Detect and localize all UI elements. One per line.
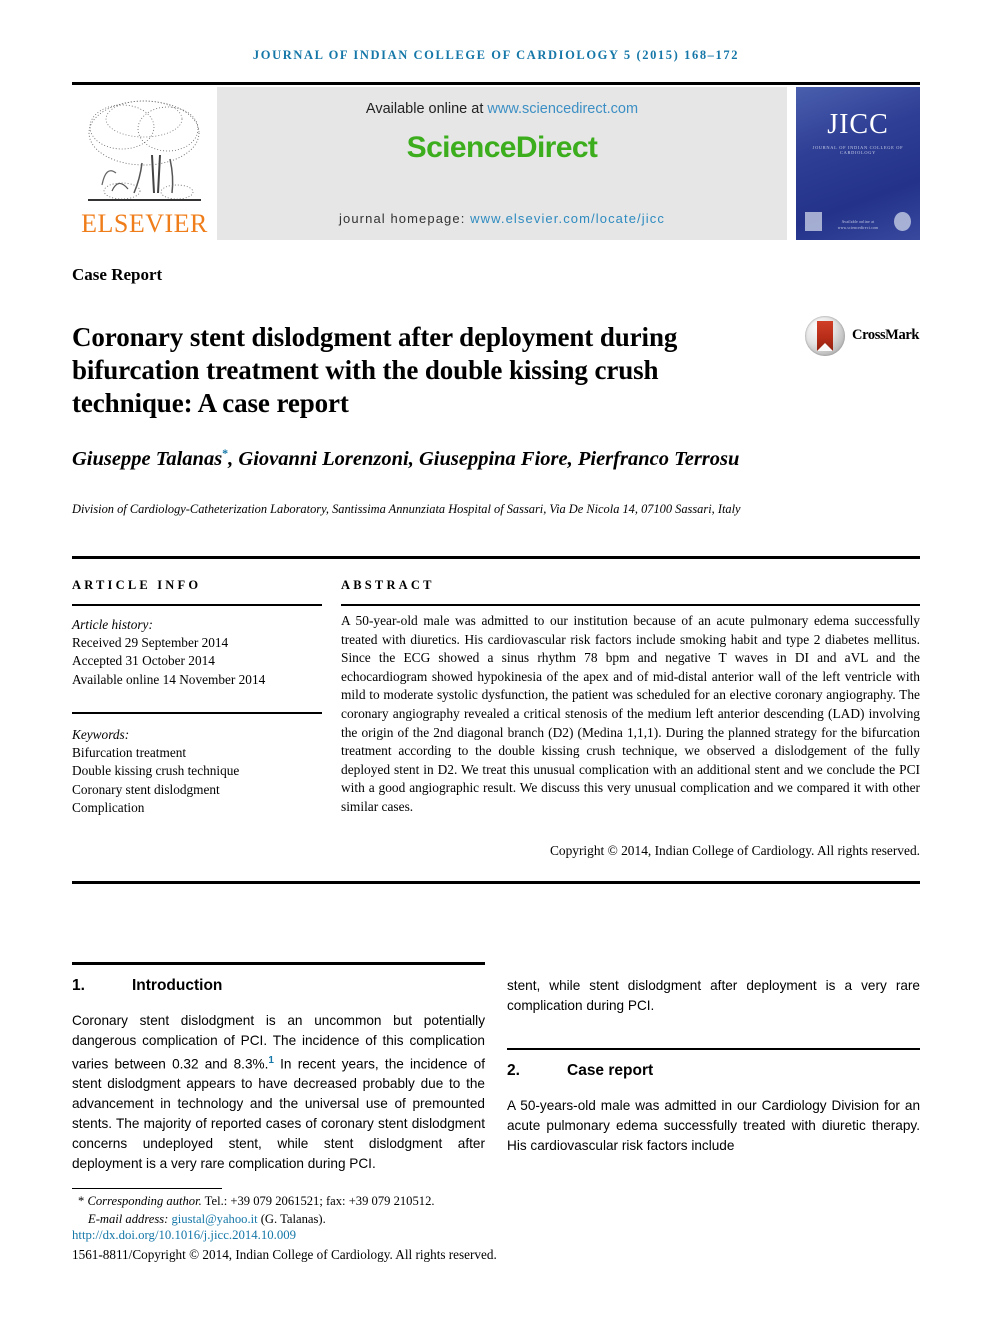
- author-list: Giuseppe Talanas*, Giovanni Lorenzoni, G…: [72, 440, 772, 473]
- section1-heading: 1. Introduction: [72, 977, 485, 995]
- cover-elsevier-mark-icon: [805, 212, 822, 231]
- abstract-underline: [341, 604, 920, 606]
- article-accepted-date: Accepted 31 October 2014: [72, 653, 215, 669]
- footnote-asterisk: *: [78, 1194, 85, 1208]
- elsevier-logo-block: ELSEVIER: [72, 87, 217, 240]
- available-online-prefix: Available online at: [365, 101, 488, 117]
- journal-homepage-link[interactable]: www.elsevier.com/locate/jicc: [470, 211, 665, 226]
- infoblock-bottom-rule: [72, 881, 920, 884]
- article-online-date: Available online 14 November 2014: [72, 671, 266, 687]
- email-owner: (G. Talanas).: [257, 1211, 326, 1226]
- corresponding-author-note: * Corresponding author. Tel.: +39 079 20…: [78, 1193, 598, 1211]
- abstract-text: A 50-year-old male was admitted to our i…: [341, 613, 920, 814]
- journal-homepage-prefix: journal homepage:: [339, 211, 471, 226]
- section1-title: Introduction: [132, 976, 223, 994]
- journal-homepage-line: journal homepage: www.elsevier.com/locat…: [217, 211, 787, 226]
- masthead-top-rule: [72, 82, 920, 85]
- journal-cover-acronym: JICC: [827, 109, 889, 140]
- crossmark-label: CrossMark: [852, 327, 920, 343]
- article-history-block: Article history: Received 29 September 2…: [72, 616, 322, 689]
- keyword-item: Coronary stent dislodgment: [72, 781, 220, 797]
- abstract-heading: ABSTRACT: [341, 578, 435, 592]
- email-label: E-mail address:: [88, 1211, 172, 1226]
- email-link[interactable]: giustal@yahoo.it: [171, 1212, 257, 1226]
- author-others: , Giovanni Lorenzoni, Giuseppina Fiore, …: [228, 447, 740, 470]
- keyword-item: Complication: [72, 799, 145, 815]
- crossmark-icon: [805, 315, 845, 356]
- journal-cover-subtitle: JOURNAL OF INDIAN COLLEGE OF CARDIOLOGY: [812, 145, 904, 155]
- sciencedirect-banner: Available online at www.sciencedirect.co…: [217, 87, 787, 240]
- corresponding-author-label: Corresponding author.: [87, 1194, 202, 1208]
- section2-title: Case report: [567, 1062, 654, 1080]
- section1-continuation: stent, while stent dislodgment after dep…: [507, 977, 920, 1013]
- article-type-label: Case Report: [72, 265, 163, 284]
- section1-paragraph-part2: In recent years, the incidence of stent …: [72, 1056, 485, 1172]
- sciencedirect-url-link[interactable]: www.sciencedirect.com: [487, 101, 638, 117]
- article-info-underline: [72, 604, 322, 606]
- doi-link[interactable]: http://dx.doi.org/10.1016/j.jicc.2014.10…: [72, 1228, 296, 1243]
- section1-paragraph: Coronary stent dislodgment is an uncommo…: [72, 1011, 485, 1175]
- article-page: JOURNAL OF INDIAN COLLEGE OF CARDIOLOGY …: [0, 0, 992, 1323]
- keyword-item: Double kissing crush technique: [72, 763, 240, 779]
- email-note: E-mail address: giustal@yahoo.it (G. Tal…: [78, 1211, 598, 1229]
- infoblock-top-rule: [72, 556, 920, 559]
- sciencedirect-wordmark: ScienceDirect: [406, 131, 598, 164]
- article-info-heading: ARTICLE INFO: [72, 578, 202, 592]
- section1-number: 1.: [72, 976, 85, 994]
- section1-rule: [72, 962, 485, 965]
- cover-society-mark-icon: [894, 212, 911, 231]
- available-online-line: Available online at www.sciencedirect.co…: [366, 101, 638, 117]
- keyword-item: Bifurcation treatment: [72, 745, 187, 761]
- footnote-rule: [72, 1188, 222, 1190]
- elsevier-wordmark: ELSEVIER: [81, 209, 208, 238]
- keywords-block: Keywords: Bifurcation treatment Double k…: [72, 726, 322, 817]
- section2-rule: [507, 1047, 920, 1051]
- affiliation: Division of Cardiology-Catheterization L…: [72, 502, 741, 516]
- section2-number: 2.: [507, 1062, 520, 1080]
- corresponding-author-contact: Tel.: +39 079 2061521; fax: +39 079 2105…: [201, 1194, 435, 1208]
- cover-publisher-note: Available online at www.sciencedirect.co…: [837, 220, 879, 230]
- article-history-label: Article history:: [72, 617, 153, 632]
- running-head: JOURNAL OF INDIAN COLLEGE OF CARDIOLOGY …: [252, 48, 740, 62]
- keywords-divider-rule: [72, 712, 322, 714]
- page-title: Coronary stent dislodgment after deploym…: [72, 322, 678, 419]
- author-primary: Giuseppe Talanas: [72, 447, 223, 470]
- issn-copyright-line: 1561-8811/Copyright © 2014, Indian Colle…: [72, 1247, 497, 1262]
- body-column-right: stent, while stent dislodgment after dep…: [507, 962, 920, 1170]
- journal-masthead: ELSEVIER Available online at www.science…: [72, 82, 920, 240]
- section2-heading: 2. Case report: [507, 1062, 920, 1080]
- keywords-label: Keywords:: [72, 727, 130, 742]
- footnote-block: * Corresponding author. Tel.: +39 079 20…: [78, 1193, 598, 1228]
- journal-cover-thumbnail: JICC JOURNAL OF INDIAN COLLEGE OF CARDIO…: [796, 87, 920, 240]
- elsevier-tree-icon: [82, 93, 207, 211]
- article-received-date: Received 29 September 2014: [72, 635, 229, 651]
- crossmark-badge[interactable]: CrossMark: [805, 313, 920, 358]
- section2-paragraph: A 50-years-old male was admitted in our …: [507, 1098, 920, 1154]
- abstract-copyright: Copyright © 2014, Indian College of Card…: [549, 843, 920, 858]
- body-column-left: 1. Introduction Coronary stent dislodgme…: [72, 962, 485, 1188]
